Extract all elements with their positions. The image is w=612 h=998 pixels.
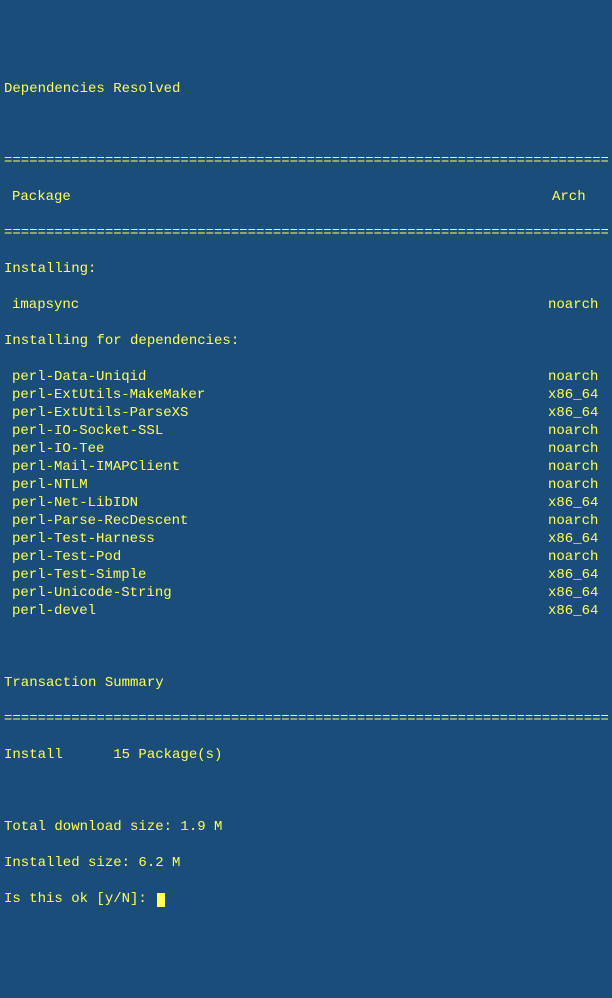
package-arch: noarch [548, 476, 608, 494]
dependencies-title: Dependencies Resolved [4, 80, 608, 98]
package-name: perl-Net-LibIDN [4, 494, 138, 512]
confirm-prompt-line[interactable]: Is this ok [y/N]: [4, 890, 608, 908]
package-arch: noarch [548, 458, 608, 476]
package-row: perl-ExtUtils-ParseXS x86_64 [4, 404, 608, 422]
package-arch: x86_64 [548, 494, 608, 512]
package-row: perl-Net-LibIDN x86_64 [4, 494, 608, 512]
package-row: perl-ExtUtils-MakeMaker x86_64 [4, 386, 608, 404]
package-arch: x86_64 [548, 602, 608, 620]
package-arch: noarch [548, 512, 608, 530]
package-row: perl-IO-Tee noarch [4, 440, 608, 458]
package-row: imapsync noarch [4, 296, 608, 314]
package-row: perl-Test-Harness x86_64 [4, 530, 608, 548]
installing-deps-section: Installing for dependencies: [4, 332, 608, 350]
package-name: perl-IO-Tee [4, 440, 104, 458]
package-row: perl-Data-Uniqid noarch [4, 368, 608, 386]
installed-size: Installed size: 6.2 M [4, 854, 608, 872]
package-row: perl-devel x86_64 [4, 602, 608, 620]
package-name: perl-ExtUtils-MakeMaker [4, 386, 205, 404]
package-name: perl-ExtUtils-ParseXS [4, 404, 188, 422]
package-arch: x86_64 [548, 530, 608, 548]
divider-top: ========================================… [4, 152, 608, 170]
package-name: perl-devel [4, 602, 96, 620]
package-name: perl-IO-Socket-SSL [4, 422, 163, 440]
package-name: perl-Test-Harness [4, 530, 155, 548]
package-arch: noarch [548, 368, 608, 386]
package-arch: noarch [548, 296, 608, 314]
blank-line [4, 782, 608, 800]
deps-list: perl-Data-Uniqidnoarchperl-ExtUtils-Make… [4, 368, 608, 620]
divider-header: ========================================… [4, 224, 608, 242]
package-row: perl-IO-Socket-SSL noarch [4, 422, 608, 440]
package-arch: noarch [548, 422, 608, 440]
package-name: perl-Unicode-String [4, 584, 172, 602]
confirm-prompt-text: Is this ok [y/N]: [4, 891, 155, 907]
package-name: perl-Test-Pod [4, 548, 121, 566]
blank-line [4, 638, 608, 656]
header-arch: Arch [552, 188, 608, 206]
installing-section: Installing: [4, 260, 608, 278]
package-name: perl-Data-Uniqid [4, 368, 146, 386]
package-name: perl-Parse-RecDescent [4, 512, 188, 530]
package-row: perl-Mail-IMAPClient noarch [4, 458, 608, 476]
package-arch: x86_64 [548, 566, 608, 584]
package-arch: x86_64 [548, 584, 608, 602]
package-name: perl-Mail-IMAPClient [4, 458, 180, 476]
install-count: Install 15 Package(s) [4, 746, 608, 764]
package-row: perl-Test-Simple x86_64 [4, 566, 608, 584]
package-arch: x86_64 [548, 404, 608, 422]
header-row: Package Arch [4, 188, 608, 206]
package-row: perl-Parse-RecDescent noarch [4, 512, 608, 530]
cursor-icon [157, 893, 165, 907]
divider-summary: ========================================… [4, 710, 608, 728]
package-name: perl-NTLM [4, 476, 88, 494]
package-arch: noarch [548, 548, 608, 566]
package-row: perl-NTLM noarch [4, 476, 608, 494]
transaction-summary-title: Transaction Summary [4, 674, 608, 692]
package-row: perl-Test-Pod noarch [4, 548, 608, 566]
package-arch: x86_64 [548, 386, 608, 404]
package-name: perl-Test-Simple [4, 566, 146, 584]
header-package: Package [4, 188, 71, 206]
blank-line [4, 116, 608, 134]
package-arch: noarch [548, 440, 608, 458]
package-row: perl-Unicode-String x86_64 [4, 584, 608, 602]
download-size: Total download size: 1.9 M [4, 818, 608, 836]
package-name: imapsync [4, 296, 79, 314]
